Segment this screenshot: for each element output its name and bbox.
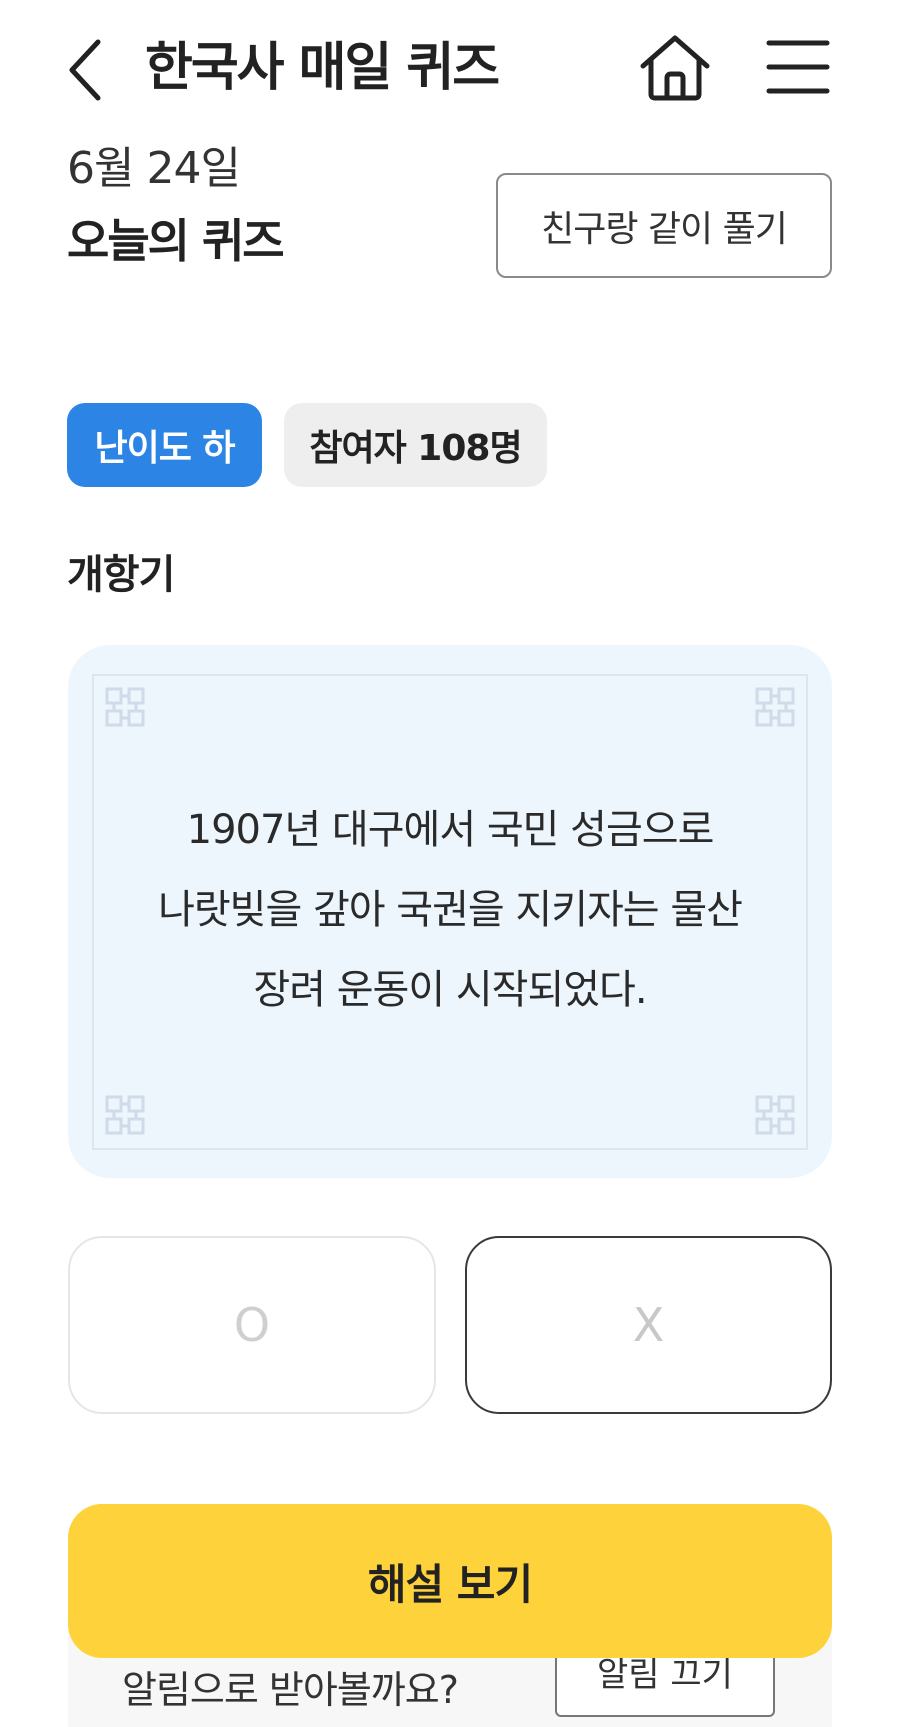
answer-o-button[interactable]: O (68, 1236, 436, 1414)
solve-with-friend-button[interactable]: 친구랑 같이 풀기 (496, 173, 832, 278)
home-button[interactable] (635, 28, 715, 108)
page-title: 한국사 매일 퀴즈 (145, 38, 500, 98)
notification-prompt: 알림으로 받아볼까요? (122, 1668, 459, 1712)
participants-badge: 참여자 108명 (284, 403, 547, 487)
question-line: 나랏빚을 갚아 국권을 지키자는 물산 (158, 887, 743, 933)
hamburger-menu-icon (766, 40, 830, 94)
question-line: 1907년 대구에서 국민 성금으로 (186, 807, 715, 853)
corner-ornament-icon (753, 1093, 797, 1137)
corner-ornament-icon (103, 685, 147, 729)
difficulty-badge: 난이도 하 (67, 403, 262, 487)
question-line: 장려 운동이 시작되었다. (253, 967, 647, 1013)
answer-x-label: X (632, 1298, 665, 1352)
answer-x-button[interactable]: X (465, 1236, 832, 1414)
view-explanation-button[interactable]: 해설 보기 (68, 1504, 832, 1658)
quiz-heading: 오늘의 퀴즈 (67, 214, 285, 268)
chevron-left-icon (69, 39, 101, 101)
quiz-category: 개항기 (67, 552, 175, 598)
back-button[interactable] (60, 30, 120, 110)
menu-button[interactable] (765, 35, 831, 99)
question-text: 1907년 대구에서 국민 성금으로 나랏빚을 갚아 국권을 지키자는 물산 장… (110, 790, 790, 1030)
answer-o-label: O (233, 1298, 271, 1352)
corner-ornament-icon (753, 685, 797, 729)
home-icon (640, 35, 710, 101)
quiz-date: 6월 24일 (67, 143, 241, 194)
corner-ornament-icon (103, 1093, 147, 1137)
